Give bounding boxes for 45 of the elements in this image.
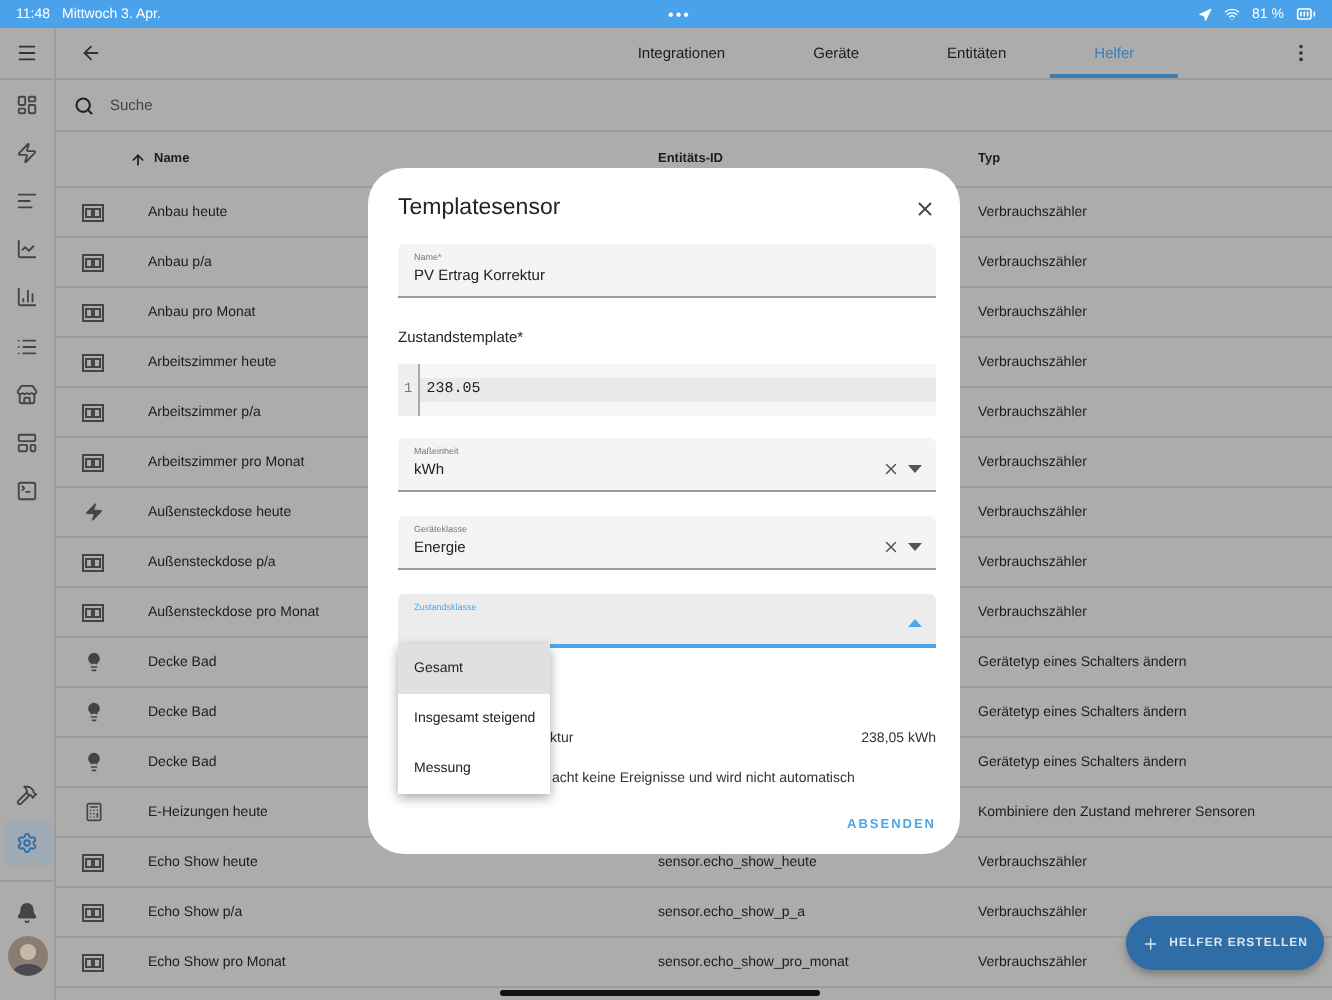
settings-icon xyxy=(16,832,38,855)
plus-icon xyxy=(1142,933,1160,953)
lightning-icon xyxy=(16,141,38,164)
caret-icon[interactable] xyxy=(908,463,922,473)
terminal-icon xyxy=(16,480,38,503)
lightbulb-icon xyxy=(83,652,103,672)
meter-icon xyxy=(82,253,104,271)
clear-icon[interactable] xyxy=(882,537,900,555)
bell-icon[interactable] xyxy=(16,902,38,924)
lightbulb-icon xyxy=(83,752,103,772)
dialog-title: Templatesensor xyxy=(398,196,561,220)
meter-icon xyxy=(82,353,104,371)
menu-icon[interactable] xyxy=(16,42,38,64)
meter-icon xyxy=(82,953,104,971)
meter-icon xyxy=(82,453,104,471)
lightbulb-icon xyxy=(83,702,103,722)
list-icon xyxy=(16,335,38,358)
search-icon xyxy=(74,95,94,115)
dashboard-icon xyxy=(16,93,38,116)
battery-icon xyxy=(1296,4,1316,24)
meter-icon xyxy=(82,853,104,871)
clear-icon[interactable] xyxy=(882,459,900,477)
multitask-dots: ••• xyxy=(666,5,693,23)
meter-icon xyxy=(82,303,104,321)
meter-icon xyxy=(82,203,104,221)
meter-icon xyxy=(82,903,104,921)
caret-icon[interactable] xyxy=(908,541,922,551)
lightning-icon xyxy=(83,502,103,522)
sort-arrow-icon[interactable] xyxy=(130,151,146,167)
avatar[interactable] xyxy=(7,936,47,976)
close-icon[interactable] xyxy=(914,197,936,219)
meter-icon xyxy=(82,603,104,621)
template-icon xyxy=(16,431,38,454)
sidebar-item[interactable] xyxy=(3,820,51,867)
list-lines-icon xyxy=(16,189,38,212)
hammer-icon xyxy=(16,784,38,807)
calculator-icon xyxy=(83,802,103,822)
bar-chart-icon xyxy=(16,286,38,309)
meter-icon xyxy=(82,553,104,571)
wifi-icon xyxy=(1224,6,1241,22)
store-icon xyxy=(16,383,38,406)
back-icon[interactable] xyxy=(80,42,102,64)
line-chart-icon xyxy=(16,238,38,261)
meter-icon xyxy=(82,403,104,421)
location-icon xyxy=(1198,7,1213,21)
